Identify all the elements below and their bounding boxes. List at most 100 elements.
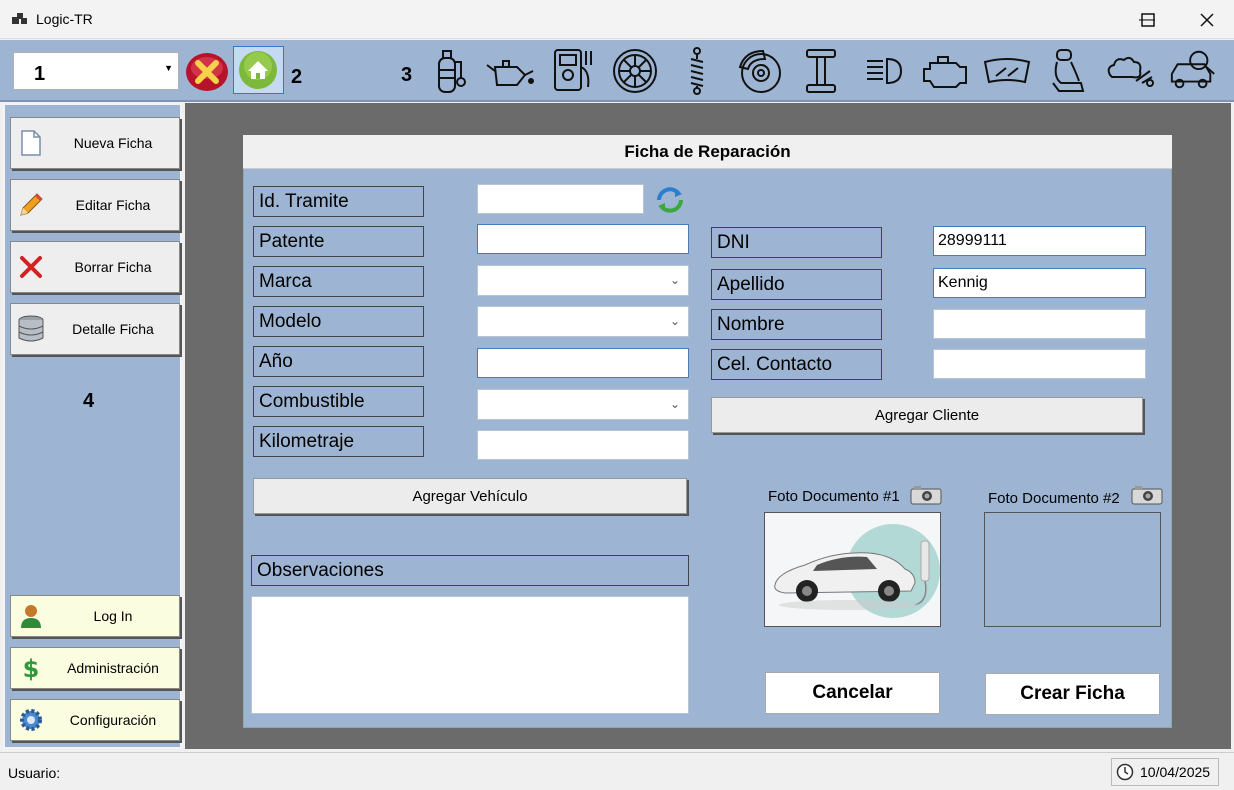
- combustible-select[interactable]: ⌄: [477, 389, 689, 420]
- cel-contacto-input[interactable]: [933, 349, 1146, 379]
- dni-input[interactable]: 28999111: [933, 226, 1146, 256]
- windshield-icon: [983, 58, 1031, 84]
- engine-button[interactable]: [920, 46, 970, 96]
- sidebar-item-label: Editar Ficha: [75, 197, 151, 213]
- usuario-label: Usuario:: [8, 765, 61, 781]
- nombre-label: Nombre: [711, 309, 882, 340]
- nombre-input[interactable]: [933, 309, 1146, 339]
- sidebar-item-log-in[interactable]: Log In: [10, 595, 180, 637]
- oil-can-icon: [486, 60, 534, 86]
- home-icon: [239, 51, 277, 89]
- agregar-vehiculo-button[interactable]: Agregar Vehículo: [253, 478, 687, 514]
- foto-documento-1-box[interactable]: [764, 512, 941, 627]
- sidebar-item-label: Detalle Ficha: [72, 321, 154, 337]
- anio-label: Año: [253, 346, 424, 377]
- car-seat-icon: [1052, 49, 1085, 92]
- patente-input[interactable]: [477, 224, 689, 254]
- marca-label: Marca: [253, 266, 424, 297]
- sidebar-item-administracion[interactable]: $ Administración: [10, 647, 180, 689]
- combo-value: 1: [34, 63, 46, 85]
- user-icon: [21, 605, 41, 628]
- sidebar: Nueva Ficha Editar Ficha Borrar Ficha De…: [3, 103, 182, 749]
- sidebar-item-label: Log In: [93, 608, 133, 624]
- close-window-button[interactable]: [1184, 0, 1230, 39]
- axle-icon: [806, 49, 836, 93]
- refresh-button[interactable]: [655, 185, 685, 215]
- sidebar-item-nueva-ficha[interactable]: Nueva Ficha: [10, 117, 180, 169]
- close-red-button[interactable]: [184, 48, 230, 94]
- foto-documento-1-label: Foto Documento #1: [768, 488, 900, 505]
- oil-can-button[interactable]: [485, 46, 535, 96]
- svg-text:$: $: [23, 655, 40, 681]
- toolbar: 1 ▼ 2 3: [0, 40, 1234, 102]
- id-tramite-input[interactable]: [477, 184, 644, 214]
- database-icon: [18, 315, 44, 342]
- apellido-input[interactable]: Kennig: [933, 268, 1146, 298]
- patente-label: Patente: [253, 226, 424, 257]
- exhaust-button[interactable]: [1106, 46, 1156, 96]
- headlight-button[interactable]: [858, 46, 908, 96]
- observaciones-label: Observaciones: [251, 555, 689, 586]
- axle-button[interactable]: [796, 46, 846, 96]
- cancelar-button[interactable]: Cancelar: [765, 672, 940, 714]
- id-tramite-label: Id. Tramite: [253, 186, 424, 217]
- kilometraje-label: Kilometraje: [253, 426, 424, 457]
- camera-2-button[interactable]: [1131, 485, 1163, 505]
- foto-documento-2-label: Foto Documento #2: [988, 490, 1120, 507]
- modelo-label: Modelo: [253, 306, 424, 337]
- apellido-label: Apellido: [711, 269, 882, 300]
- sidebar-item-editar-ficha[interactable]: Editar Ficha: [10, 179, 180, 231]
- tire-button[interactable]: [610, 46, 660, 96]
- document-icon: [21, 130, 41, 156]
- title-bar: Logic-TR —: [0, 0, 1234, 39]
- camera-1-button[interactable]: [910, 485, 942, 505]
- brake-disc-button[interactable]: [734, 46, 784, 96]
- gear-icon: [20, 709, 42, 731]
- camera-icon: [910, 486, 942, 505]
- chevron-down-icon: ⌄: [669, 314, 680, 328]
- exhaust-icon: [1107, 56, 1154, 87]
- maximize-icon: [1141, 12, 1155, 27]
- sidebar-label-4: 4: [83, 390, 95, 412]
- date-value: 10/04/2025: [1140, 764, 1211, 780]
- toolbar-label-3: 3: [401, 64, 413, 86]
- shock-absorber-button[interactable]: [672, 46, 722, 96]
- foto-documento-2-box[interactable]: [984, 512, 1161, 627]
- multimeter-icon: [554, 49, 592, 91]
- modelo-select[interactable]: ⌄: [477, 306, 689, 337]
- pencil-icon: [20, 193, 43, 216]
- camera-icon: [1131, 486, 1163, 505]
- windshield-button[interactable]: [982, 46, 1032, 96]
- chevron-down-icon: ⌄: [669, 273, 680, 287]
- date-display: 10/04/2025: [1111, 758, 1219, 786]
- car-seat-button[interactable]: [1044, 46, 1094, 96]
- marca-select[interactable]: ⌄: [477, 265, 689, 296]
- refresh-icon: [657, 187, 683, 213]
- anio-input[interactable]: [477, 348, 689, 378]
- close-red-icon: [186, 53, 228, 91]
- multimeter-button[interactable]: [548, 46, 598, 96]
- brake-disc-icon: [738, 49, 781, 93]
- combustible-label: Combustible: [253, 386, 424, 417]
- toolbar-label-2: 2: [291, 66, 303, 88]
- agregar-cliente-button[interactable]: Agregar Cliente: [711, 397, 1143, 433]
- car-photo-image: [765, 513, 940, 626]
- sidebar-item-borrar-ficha[interactable]: Borrar Ficha: [10, 241, 180, 293]
- gas-tank-button[interactable]: [424, 46, 474, 96]
- observaciones-textarea[interactable]: [251, 596, 689, 714]
- clock-icon: [1116, 763, 1134, 781]
- toolbar-combo[interactable]: 1 ▼: [13, 52, 179, 90]
- form-title: Ficha de Reparación: [243, 135, 1172, 169]
- sidebar-item-configuracion[interactable]: Configuración: [10, 699, 180, 741]
- car-inspection-button[interactable]: [1168, 46, 1218, 96]
- kilometraje-input[interactable]: [477, 430, 689, 460]
- shock-absorber-icon: [690, 47, 704, 95]
- home-button[interactable]: [233, 46, 284, 94]
- engine-icon: [923, 56, 967, 88]
- chevron-down-icon: ▼: [164, 63, 173, 73]
- maximize-button[interactable]: [1125, 0, 1171, 39]
- status-bar: Usuario: 10/04/2025: [0, 752, 1234, 790]
- delete-x-icon: [20, 256, 42, 278]
- sidebar-item-detalle-ficha[interactable]: Detalle Ficha: [10, 303, 180, 355]
- crear-ficha-button[interactable]: Crear Ficha: [985, 673, 1160, 715]
